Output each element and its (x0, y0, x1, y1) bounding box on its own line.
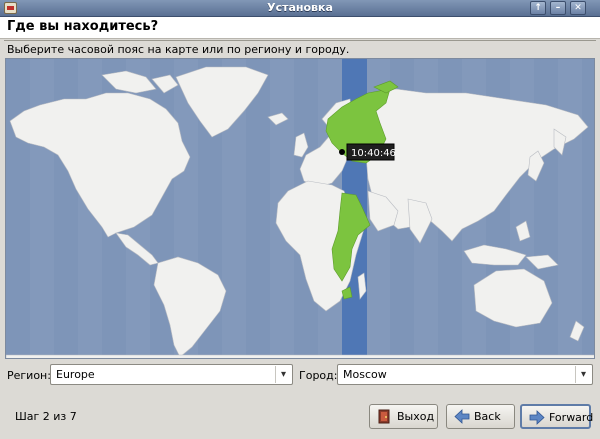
clock-tooltip: 10:40:46 (351, 148, 396, 159)
shade-window-button[interactable]: ↑ (530, 1, 546, 15)
window-titlebar[interactable]: Установка ↑ – ✕ (0, 0, 600, 17)
region-combobox[interactable]: Europe ▾ (50, 364, 293, 385)
back-button[interactable]: Back (446, 404, 515, 429)
window-title: Установка (267, 1, 333, 14)
world-map-svg[interactable]: 10:40:46 (6, 59, 595, 359)
city-label: Город: (299, 369, 338, 382)
close-button[interactable]: ✕ (570, 1, 586, 15)
forward-button-label: Forward (549, 411, 594, 424)
chevron-down-icon[interactable]: ▾ (575, 366, 591, 383)
city-marker[interactable] (339, 149, 345, 155)
minimize-button[interactable]: – (550, 1, 566, 15)
quit-button-label: Выход (397, 410, 435, 423)
exit-door-icon (378, 409, 390, 424)
page-title: Где вы находитесь? (7, 19, 159, 34)
city-value: Moscow (343, 368, 387, 381)
forward-button[interactable]: Forward (520, 404, 594, 429)
location-selectors: Регион: Europe ▾ Город: Moscow ▾ (0, 362, 600, 388)
southeast-asia-islands-shape (463, 244, 527, 266)
step-indicator: Шаг 2 из 7 (15, 410, 77, 423)
header-divider (4, 40, 596, 41)
quit-button[interactable]: Выход (369, 404, 438, 429)
iceland-shape (267, 112, 289, 126)
instructions-text: Выберите часовой пояс на карте или по ре… (7, 43, 350, 56)
region-label: Регион: (7, 369, 51, 382)
city-combobox[interactable]: Moscow ▾ (337, 364, 593, 385)
back-button-label: Back (474, 410, 501, 423)
arrow-right-icon (529, 410, 545, 425)
page-header: Где вы находитесь? (0, 17, 600, 39)
timezone-map[interactable]: 10:40:46 (5, 58, 595, 359)
region-value: Europe (56, 368, 95, 381)
chevron-down-icon[interactable]: ▾ (275, 366, 291, 383)
arrow-left-icon (454, 409, 470, 424)
new-zealand-shape (569, 320, 585, 342)
